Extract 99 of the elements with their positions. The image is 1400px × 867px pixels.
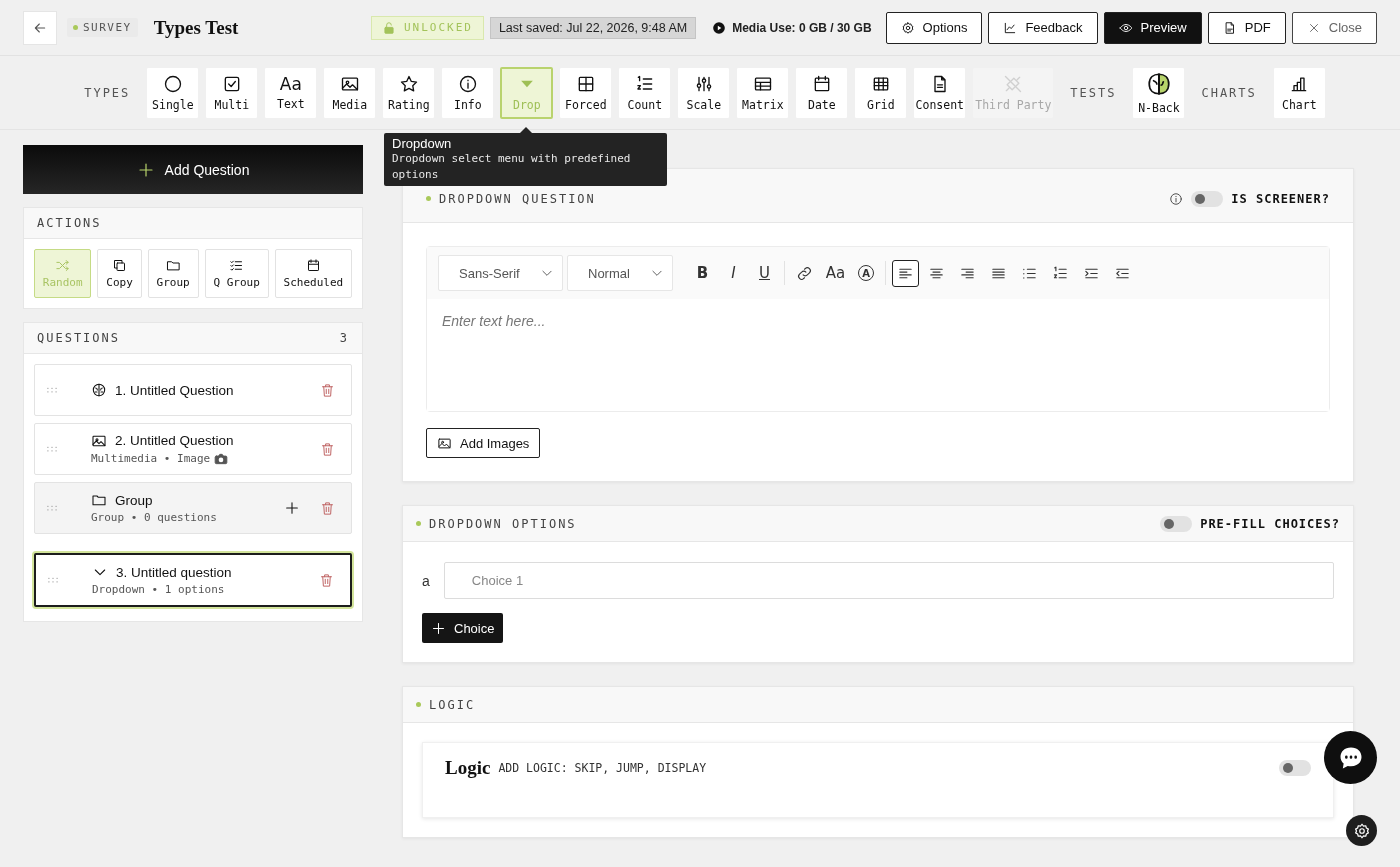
tooltip-text: Dropdown select menu with predefined options — [392, 151, 632, 183]
question-subtitle: Multimedia • Image — [91, 452, 211, 465]
tooltip-title: Dropdown — [392, 136, 453, 151]
question-title: 1. Untitled Question — [115, 382, 234, 398]
checklist-icon — [229, 258, 245, 273]
action-button[interactable]: Scheduled — [274, 249, 352, 298]
type-button[interactable]: Rating — [382, 66, 436, 119]
brain-icon — [1145, 70, 1172, 97]
group-label: CHARTS — [1200, 85, 1258, 100]
choice-letter: a — [422, 572, 430, 589]
font-select[interactable]: Sans-Serif — [438, 255, 563, 291]
type-button[interactable]: Forced — [559, 66, 613, 119]
add-images-button[interactable]: Add Images — [426, 428, 541, 458]
toggle-switch[interactable] — [1191, 190, 1224, 207]
group-label: TESTS — [1069, 85, 1118, 100]
editor-tool[interactable]: B — [689, 259, 716, 287]
plug-icon — [1003, 73, 1024, 94]
toggle-label: PRE-FILL CHOICES? — [1200, 516, 1340, 531]
add-choice-button[interactable]: Choice — [422, 613, 504, 643]
trash-icon — [320, 382, 335, 398]
type-button[interactable]: Media — [323, 66, 377, 119]
group-item[interactable]: Group Group • 0 questions — [34, 482, 352, 534]
info-icon — [1169, 191, 1184, 206]
type-button[interactable]: Matrix — [736, 66, 790, 119]
section-title: QUESTIONS — [37, 331, 121, 345]
group-label: TYPES — [83, 85, 132, 100]
panel-title: LOGIC — [429, 697, 476, 712]
trash-icon — [320, 500, 335, 516]
type-button[interactable]: Single — [146, 66, 200, 119]
toggle-label: IS SCREENER? — [1231, 191, 1330, 206]
folder-icon — [91, 492, 107, 508]
question-subtitle: Dropdown • 1 options — [92, 583, 225, 596]
plus-icon — [431, 620, 446, 636]
lock-icon — [381, 20, 396, 35]
trash-icon — [319, 572, 334, 588]
brain-outline-icon — [91, 382, 107, 398]
last-saved-label: Last saved: Jul 22, 2026, 9:48 AM — [489, 16, 697, 39]
logic-subtitle: ADD LOGIC: SKIP, JUMP, DISPLAY — [498, 761, 707, 775]
section-title: ACTIONS — [37, 216, 102, 230]
question-title: 2. Untitled Question — [115, 433, 234, 448]
question-title: 3. Untitled question — [116, 564, 232, 580]
info-icon — [457, 73, 478, 94]
question-item[interactable]: 3. Untitled question Dropdown • 1 options — [34, 553, 352, 607]
link-icon — [796, 264, 813, 282]
media-usage: Media Use: 0 GB / 30 GB — [732, 20, 872, 35]
survey-badge: SURVEY — [67, 18, 138, 37]
plus-icon — [284, 500, 300, 516]
editor-tool[interactable]: Aa — [822, 259, 849, 287]
header-button[interactable]: Options — [885, 11, 983, 44]
trash-icon — [320, 441, 335, 457]
survey-title: Types Test — [153, 16, 239, 39]
choice-field[interactable]: Choice 1 — [443, 562, 1334, 599]
question-title: Group — [115, 492, 153, 508]
close-button[interactable]: Close — [1291, 11, 1377, 44]
copy-icon — [112, 258, 128, 273]
type-button[interactable]: Multi — [205, 66, 259, 119]
play-icon — [712, 20, 727, 35]
settings-button[interactable] — [1346, 815, 1377, 846]
type-button[interactable]: Grid — [854, 66, 908, 119]
add-question-button[interactable]: Add Question — [23, 145, 363, 194]
logic-title: Logic — [445, 757, 491, 779]
type-button[interactable]: Date — [795, 66, 849, 119]
action-button[interactable]: Group — [147, 249, 199, 298]
line-chart-icon — [1003, 20, 1018, 35]
camera-icon — [214, 451, 229, 466]
question-item[interactable]: 2. Untitled Question Multimedia • Image — [34, 423, 352, 475]
panel-title: DROPDOWN QUESTION — [439, 191, 596, 206]
folder-icon — [165, 258, 181, 273]
header-button[interactable]: Preview — [1103, 11, 1202, 44]
toggle-switch[interactable] — [1160, 515, 1193, 532]
toggle-switch[interactable] — [1279, 760, 1311, 776]
editor-tool[interactable]: I — [720, 259, 747, 287]
size-select[interactable]: Normal — [567, 255, 673, 291]
type-button[interactable]: Count — [618, 66, 672, 119]
image-icon — [437, 435, 452, 451]
gear-icon — [900, 20, 915, 35]
panel-title: DROPDOWN OPTIONS — [429, 516, 577, 531]
type-button[interactable]: Aa Text — [264, 66, 318, 119]
editor-tool[interactable]: U — [751, 259, 778, 287]
type-button[interactable]: Info — [441, 66, 495, 119]
question-count: 3 — [339, 331, 349, 345]
type-button[interactable]: Chart — [1272, 66, 1326, 119]
type-button[interactable]: Scale — [677, 66, 731, 119]
header-button[interactable]: PDF — [1207, 11, 1286, 44]
question-item[interactable]: 1. Untitled Question — [34, 364, 352, 416]
shuffle-icon — [55, 258, 71, 273]
type-button[interactable]: Consent — [913, 66, 967, 119]
circle-icon — [162, 73, 183, 94]
text-input[interactable]: Enter text here... — [442, 313, 1314, 335]
gear-icon — [1352, 821, 1371, 840]
calendar-icon — [305, 258, 321, 273]
header-button[interactable]: Feedback — [988, 11, 1098, 44]
status-badge: UNLOCKED — [370, 15, 484, 40]
star-icon — [398, 73, 419, 94]
question-subtitle: Group • 0 questions — [91, 511, 217, 524]
editor-tool[interactable] — [892, 259, 919, 287]
action-button[interactable]: Q Group — [204, 249, 269, 298]
action-button[interactable]: Copy — [97, 249, 142, 298]
type-button[interactable]: N-Back — [1132, 66, 1186, 119]
